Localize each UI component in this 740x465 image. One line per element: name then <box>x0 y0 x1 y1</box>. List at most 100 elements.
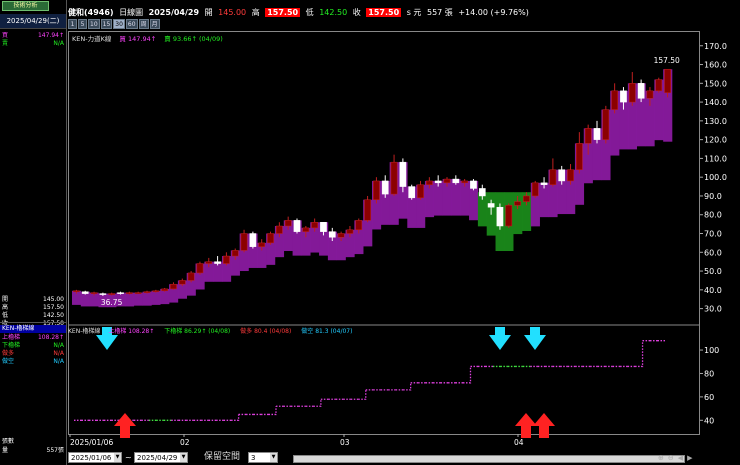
ladder-segment <box>358 389 367 400</box>
chevron-down-icon[interactable]: ▼ <box>114 453 121 462</box>
sell-label: 賣 <box>164 35 171 43</box>
force-band-bar <box>124 292 135 307</box>
force-band-bar <box>151 290 161 305</box>
down-arrow-shaft <box>495 327 505 335</box>
candle-body <box>143 291 151 293</box>
end-date-input[interactable]: 2025/04/29 ▼ <box>134 452 188 463</box>
candle-body <box>373 180 380 200</box>
up-arrow-head <box>114 413 136 426</box>
down-arrow-head <box>524 335 546 350</box>
candle-body <box>514 201 521 206</box>
price-legend: KEN-力道K線 買 147.94↑ 賣 93.66↑ (04/09) <box>72 33 223 43</box>
buy-value: 147.94↑ <box>128 35 157 43</box>
y-tick-label: 130.0 <box>704 117 727 126</box>
candle-body <box>531 182 539 197</box>
x-tick-label: 02 <box>180 438 190 447</box>
down-arrow-head <box>96 335 118 350</box>
candle-body <box>117 292 124 294</box>
short-value: 81.3 (04/07) <box>315 328 353 335</box>
scrollbar[interactable] <box>293 455 685 463</box>
right-arrow-icon[interactable]: ▶ <box>687 454 692 462</box>
down-ladder-value: 86.29↑ (04/08) <box>184 328 231 335</box>
zoom-in-icon[interactable]: ⊕ <box>658 454 664 462</box>
ladder-segment <box>403 382 412 391</box>
y-tick-label: 100.0 <box>704 173 727 182</box>
candle-body <box>558 169 566 182</box>
candle-body <box>346 229 354 234</box>
range-tilde: ~ <box>125 453 132 462</box>
bottom-toolbar: 2025/01/06 ▼ ~ 2025/04/29 ▼ 保留空間 3 ▼ ⊕ ⊖… <box>68 451 740 465</box>
y-tick-label: 140.0 <box>704 98 727 107</box>
candle-body <box>470 180 477 189</box>
candle-body <box>443 178 451 184</box>
down-arrow-head <box>489 335 511 350</box>
candle-body <box>584 128 592 144</box>
candle-body <box>214 261 221 264</box>
candle-body <box>567 169 574 182</box>
candle-body <box>505 205 513 227</box>
left-arrow-icon[interactable]: ◀ <box>678 454 683 462</box>
y-tick-label: 30.0 <box>704 305 722 314</box>
candle-body <box>399 161 407 187</box>
candle-body <box>337 233 345 238</box>
ladder-segment <box>268 406 277 416</box>
up-arrow-shaft <box>521 426 531 438</box>
candle-body <box>320 221 327 232</box>
down-ladder-label: 下櫓梯 <box>164 328 183 335</box>
y-tick-label: 40.0 <box>704 286 722 295</box>
candle-body <box>178 280 186 285</box>
force-band-bar <box>133 292 143 306</box>
indicator-y-tick-label: 100 <box>704 346 719 355</box>
up-arrow-shaft <box>120 426 130 438</box>
candle-body <box>655 79 663 92</box>
x-tick-label: 2025/01/06 <box>70 438 113 447</box>
candle-body <box>170 283 177 290</box>
candle-body <box>231 250 239 257</box>
zoom-out-icon[interactable]: ⊖ <box>668 454 674 462</box>
candle-body <box>637 83 645 99</box>
candle-body <box>628 83 636 103</box>
price-legend-name: KEN-力道K線 <box>72 35 112 43</box>
candle-body <box>549 169 557 185</box>
candle-body <box>602 109 610 140</box>
chart-svg[interactable]: 30.0 40.0 50.0 60.0 70.0 80.0 90.0 100.0 110.0 12… <box>0 0 740 465</box>
chevron-down-icon[interactable]: ▼ <box>270 453 277 462</box>
indicator-legend-name: KEN-櫓梯線 <box>68 328 101 335</box>
candle-body <box>196 263 204 274</box>
y-tick-label: 150.0 <box>704 79 727 88</box>
candle-body <box>576 143 583 170</box>
candle-body <box>302 227 310 232</box>
candle-body <box>523 195 530 202</box>
ladder-segment <box>313 399 322 407</box>
start-date-value: 2025/01/06 <box>71 454 112 462</box>
up-arrow-head <box>515 413 537 426</box>
candle-body <box>187 272 195 281</box>
candle-body <box>620 90 627 103</box>
candle-body <box>381 180 389 195</box>
candle-body <box>434 180 442 184</box>
y-tick-label: 120.0 <box>704 136 727 145</box>
candle-body <box>311 221 318 229</box>
candle-body <box>328 231 336 238</box>
candle-body <box>390 161 398 195</box>
start-date-input[interactable]: 2025/01/06 ▼ <box>68 452 122 463</box>
candle-body <box>461 180 468 184</box>
keep-space-input[interactable]: 3 ▼ <box>248 452 278 463</box>
ladder-segment <box>463 366 472 384</box>
candle-body <box>108 293 116 295</box>
ladder-segment <box>231 414 240 421</box>
indicator-y-tick-label: 40 <box>704 416 714 425</box>
down-arrow-shaft <box>530 327 540 335</box>
candle-body <box>355 220 363 231</box>
y-tick-label: 80.0 <box>704 211 722 220</box>
y-tick-label: 50.0 <box>704 267 722 276</box>
buy-label: 買 <box>119 35 126 43</box>
indicator-y-tick-label: 60 <box>704 393 714 402</box>
chevron-down-icon[interactable]: ▼ <box>180 453 187 462</box>
candle-body <box>134 292 142 294</box>
candle-body <box>73 290 80 293</box>
long-value: 80.4 (04/08) <box>254 328 292 335</box>
indicator-y-tick-label: 80 <box>704 369 714 378</box>
candle-body <box>258 242 266 247</box>
up-ladder-value: 108.28↑ <box>128 328 155 335</box>
